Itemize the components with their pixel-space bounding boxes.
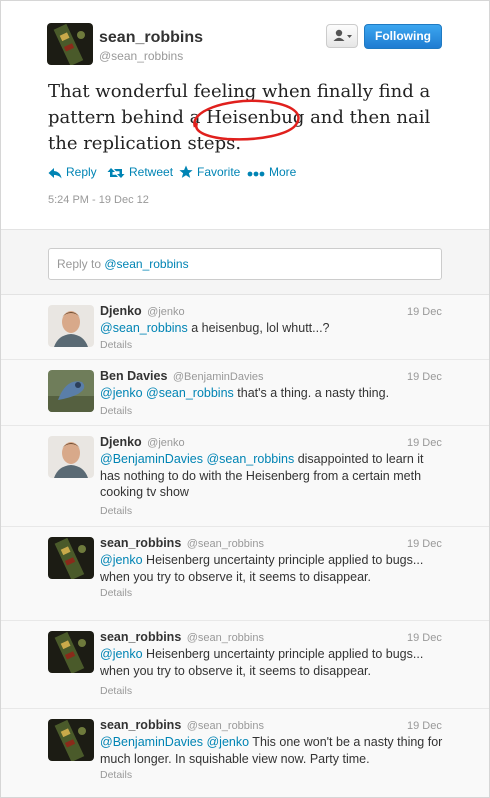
reply-text: @sean_robbins a heisenbug, lol whutt...? (100, 320, 445, 337)
reply-mentions[interactable]: @sean_robbins (100, 321, 188, 335)
reply-text: @jenko Heisenberg uncertainty principle … (100, 646, 445, 679)
avatar[interactable] (47, 23, 93, 65)
reply-date[interactable]: 19 Dec (407, 538, 442, 550)
reply-text: @BenjaminDavies @jenko This one won't be… (100, 734, 445, 767)
star-icon (179, 165, 193, 178)
reply-author-handle: @sean_robbins (186, 632, 264, 644)
reply-icon (48, 168, 62, 179)
details-link[interactable]: Details (100, 587, 132, 599)
tweet-text-line-2b: and then nail (304, 107, 431, 128)
favorite-action[interactable]: Favorite (179, 165, 240, 179)
more-action[interactable]: More (247, 165, 296, 179)
reply-author-handle: @jenko (147, 437, 185, 449)
reply-action[interactable]: Reply (48, 165, 97, 179)
reply-author-handle: @jenko (147, 306, 185, 318)
more-dots-icon (247, 171, 265, 177)
reply-item[interactable]: Djenko @jenko 19 Dec @sean_robbins a hei… (1, 295, 489, 360)
retweet-icon (107, 168, 125, 178)
reply-author[interactable]: Djenko @jenko (100, 304, 185, 318)
avatar[interactable] (48, 631, 94, 673)
reply-author-name: Djenko (100, 304, 142, 318)
reply-author-name: Ben Davies (100, 369, 168, 383)
reply-item[interactable]: sean_robbins @sean_robbins 19 Dec @Benja… (1, 709, 489, 797)
avatar[interactable] (48, 719, 94, 761)
details-link[interactable]: Details (100, 769, 132, 781)
reply-author[interactable]: sean_robbins @sean_robbins (100, 536, 264, 550)
reply-mentions[interactable]: @jenko (100, 553, 143, 567)
reply-author[interactable]: sean_robbins @sean_robbins (100, 630, 264, 644)
details-link[interactable]: Details (100, 505, 132, 517)
reply-mentions[interactable]: @jenko @sean_robbins (100, 386, 234, 400)
reply-date[interactable]: 19 Dec (407, 632, 442, 644)
reply-mentions[interactable]: @BenjaminDavies @sean_robbins (100, 452, 294, 466)
avatar[interactable] (48, 305, 94, 347)
avatar[interactable] (48, 436, 94, 478)
reply-text: @jenko Heisenberg uncertainty principle … (100, 552, 445, 585)
retweet-action[interactable]: Retweet (107, 165, 173, 179)
avatar[interactable] (48, 537, 94, 579)
user-dropdown-icon (333, 29, 352, 41)
reply-author-name: sean_robbins (100, 718, 182, 732)
tweet-text-line-2a: pattern behind a (48, 107, 207, 128)
tweet-permalink-frame: sean_robbins @sean_robbins Following Tha… (0, 0, 490, 798)
details-link[interactable]: Details (100, 339, 132, 351)
more-label: More (269, 165, 297, 179)
reply-input[interactable]: Reply to @sean_robbins (48, 248, 442, 280)
reply-author-handle: @sean_robbins (186, 538, 264, 550)
reply-item[interactable]: Ben Davies @BenjaminDavies 19 Dec @jenko… (1, 360, 489, 426)
reply-mentions[interactable]: @jenko (100, 647, 143, 661)
reply-body: Heisenberg uncertainty principle applied… (100, 647, 424, 678)
reply-item[interactable]: Djenko @jenko 19 Dec @BenjaminDavies @se… (1, 426, 489, 527)
following-button[interactable]: Following (364, 24, 442, 49)
reply-date[interactable]: 19 Dec (407, 306, 442, 318)
reply-body: that's a thing. a nasty thing. (233, 386, 390, 400)
reply-date[interactable]: 19 Dec (407, 437, 442, 449)
reply-body: a heisenbug, lol whutt...? (187, 321, 330, 335)
main-tweet: sean_robbins @sean_robbins Following Tha… (1, 1, 489, 229)
reply-mentions[interactable]: @BenjaminDavies @jenko (100, 735, 249, 749)
tweet-timestamp[interactable]: 5:24 PM - 19 Dec 12 (48, 194, 149, 206)
reply-date[interactable]: 19 Dec (407, 720, 442, 732)
favorite-label: Favorite (197, 165, 241, 179)
reply-author[interactable]: Djenko @jenko (100, 435, 185, 449)
reply-body: Heisenberg uncertainty principle applied… (100, 553, 424, 584)
reply-input-mention: @sean_robbins (104, 257, 189, 271)
reply-label: Reply (66, 165, 97, 179)
reply-author-name: Djenko (100, 435, 142, 449)
reply-date[interactable]: 19 Dec (407, 371, 442, 383)
display-name[interactable]: sean_robbins (99, 29, 203, 47)
reply-author-handle: @BenjaminDavies (172, 371, 264, 383)
reply-author[interactable]: Ben Davies @BenjaminDavies (100, 369, 264, 383)
reply-author-name: sean_robbins (100, 536, 182, 550)
handle[interactable]: @sean_robbins (99, 49, 183, 63)
retweet-label: Retweet (129, 165, 174, 179)
reply-item[interactable]: sean_robbins @sean_robbins 19 Dec @jenko… (1, 527, 489, 621)
details-link[interactable]: Details (100, 685, 132, 697)
avatar[interactable] (48, 370, 94, 412)
user-actions-button[interactable] (326, 24, 358, 48)
reply-item[interactable]: sean_robbins @sean_robbins 19 Dec @jenko… (1, 621, 489, 709)
reply-author[interactable]: sean_robbins @sean_robbins (100, 718, 264, 732)
details-link[interactable]: Details (100, 405, 132, 417)
reply-text: @jenko @sean_robbins that's a thing. a n… (100, 385, 445, 402)
red-annotation-circle (193, 99, 300, 141)
reply-author-handle: @sean_robbins (186, 720, 264, 732)
reply-author-name: sean_robbins (100, 630, 182, 644)
reply-area: Reply to @sean_robbins (1, 229, 489, 295)
reply-input-prefix: Reply to (57, 257, 105, 271)
reply-text: @BenjaminDavies @sean_robbins disappoint… (100, 451, 445, 501)
